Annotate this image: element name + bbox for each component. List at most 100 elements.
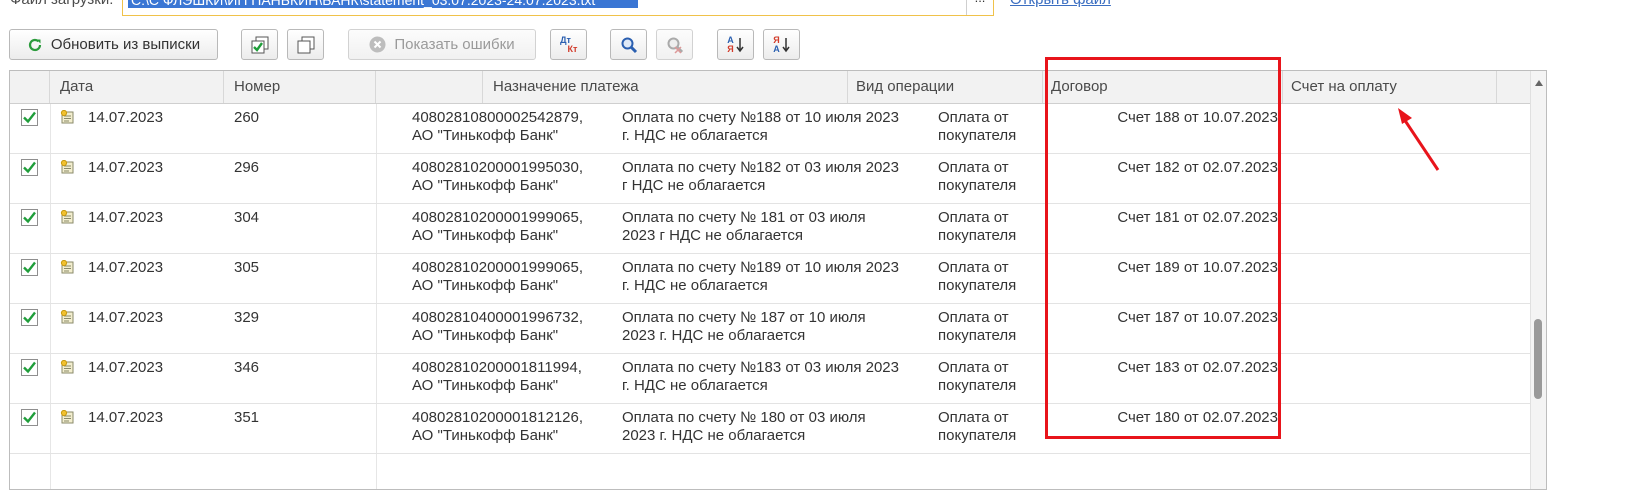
row-date: 14.07.2023 [88,109,164,126]
dt-kt-button[interactable]: Дт Кт [550,29,587,60]
row-number: 260 [234,109,260,126]
column-header-date[interactable]: Дата [50,71,224,103]
row-checkbox[interactable] [21,309,38,326]
checkmark-icon [23,311,36,324]
kt-label: Кт [567,43,578,54]
scrollbar-thumb[interactable] [1534,319,1542,399]
checkmark-icon [23,261,36,274]
row-purpose-line2: 2023 г НДС не облагается [622,227,803,244]
uncheck-all-icon [297,36,315,54]
row-bank: АО "Тинькофф Банк" [412,377,559,394]
table-row[interactable]: 14.07.2023 260 40802810800002542879, АО … [10,104,1532,154]
column-header-contract[interactable]: Договор [1043,71,1283,103]
row-bank: АО "Тинькофф Банк" [412,427,559,444]
table-body: 14.07.2023 260 40802810800002542879, АО … [10,104,1532,454]
checkmark-icon [23,411,36,424]
row-contract[interactable]: Счет 181 от 02.07.2023 [1050,209,1278,227]
row-operation: Оплата от покупателя [938,159,1016,195]
row-operation-line2: покупателя [938,377,1017,394]
check-all-button[interactable] [241,29,278,60]
row-operation-line2: покупателя [938,327,1017,344]
row-checkbox[interactable] [21,409,38,426]
row-account: 40802810200001811994, АО "Тинькофф Банк" [412,359,582,395]
row-checkbox[interactable] [21,359,38,376]
scroll-up-icon[interactable] [1535,80,1543,86]
row-checkbox[interactable] [21,109,38,126]
row-operation: Оплата от покупателя [938,209,1016,245]
row-account-number: 40802810200001811994, [412,359,582,376]
row-bank: АО "Тинькофф Банк" [412,177,559,194]
cancel-search-icon [666,36,684,54]
row-operation: Оплата от покупателя [938,109,1016,145]
uncheck-all-button[interactable] [287,29,324,60]
browse-button[interactable]: ... [966,0,993,15]
row-purpose: Оплата по счету № 187 от 10 июля 2023 г.… [622,309,866,345]
column-header-invoice[interactable]: Счет на оплату [1283,71,1497,103]
column-header-account[interactable] [376,71,483,103]
row-account: 40802810400001996732, АО "Тинькофф Банк" [412,309,583,345]
row-number: 351 [234,409,260,426]
row-account: 40802810200001999065, АО "Тинькофф Банк" [412,209,583,245]
row-purpose-line2: г. НДС не облагается [622,127,768,144]
sort-descending-icon: Я А [773,35,790,54]
file-label: Файл загрузки: [10,0,113,8]
checkmark-icon [23,161,36,174]
row-contract[interactable]: Счет 180 от 02.07.2023 [1050,409,1278,427]
row-operation-line1: Оплата от [938,309,1009,326]
row-bank: АО "Тинькофф Банк" [412,227,559,244]
row-checkbox[interactable] [21,259,38,276]
table-row[interactable]: 14.07.2023 329 40802810400001996732, АО … [10,304,1532,354]
document-icon [60,109,75,129]
show-errors-button[interactable]: Показать ошибки [348,29,536,60]
row-operation-line2: покупателя [938,227,1017,244]
row-contract[interactable]: Счет 187 от 10.07.2023 [1050,309,1278,327]
row-operation-line2: покупателя [938,427,1017,444]
search-button[interactable] [610,29,647,60]
row-account-number: 40802810400001996732, [412,309,584,326]
sort-descending-button[interactable]: Я А [763,29,800,60]
show-errors-label: Показать ошибки [394,36,515,53]
table-header: Дата Номер Назначение платежа Вид операц… [10,71,1532,104]
file-path-input[interactable]: C:\C ФЛЭШКИ\ИП ПАНЬКИН\БАНК\statement_03… [122,0,994,16]
row-checkbox[interactable] [21,159,38,176]
row-number: 346 [234,359,260,376]
column-header-operation[interactable]: Вид операции [848,71,1043,103]
column-header-check[interactable] [10,71,50,103]
cancel-search-button[interactable] [656,29,693,60]
open-file-link[interactable]: Открыть файл [1010,0,1111,8]
row-account-number: 40802810200001999065, [412,209,584,226]
row-contract[interactable]: Счет 183 от 02.07.2023 [1050,359,1278,377]
row-operation: Оплата от покупателя [938,259,1016,295]
column-header-number[interactable]: Номер [224,71,376,103]
row-checkbox[interactable] [21,209,38,226]
document-icon [60,309,75,329]
row-contract[interactable]: Счет 182 от 02.07.2023 [1050,159,1278,177]
row-account-number: 40802810200001812126, [412,409,584,426]
vertical-scrollbar[interactable] [1530,71,1546,489]
row-contract[interactable]: Счет 188 от 10.07.2023 [1050,109,1278,127]
row-operation-line1: Оплата от [938,259,1009,276]
table-row[interactable]: 14.07.2023 296 40802810200001995030, АО … [10,154,1532,204]
document-icon [60,409,75,429]
row-bank: АО "Тинькофф Банк" [412,127,559,144]
sort-ascending-button[interactable]: А Я [717,29,754,60]
table-row[interactable]: 14.07.2023 351 40802810200001812126, АО … [10,404,1532,454]
row-operation-line2: покупателя [938,277,1017,294]
refresh-from-statement-button[interactable]: Обновить из выписки [9,29,218,60]
row-number: 296 [234,159,260,176]
table-row[interactable]: 14.07.2023 305 40802810200001999065, АО … [10,254,1532,304]
file-path-value: C:\C ФЛЭШКИ\ИП ПАНЬКИН\БАНК\statement_03… [128,0,638,8]
row-purpose-line1: Оплата по счету №183 от 03 июля 2023 [622,359,899,376]
table-row[interactable]: 14.07.2023 346 40802810200001811994, АО … [10,354,1532,404]
annotation-arrow-icon [1398,108,1440,171]
row-purpose-line1: Оплата по счету №188 от 10 июля 2023 [622,109,899,126]
row-purpose: Оплата по счету №189 от 10 июля 2023 г. … [622,259,899,295]
column-header-purpose[interactable]: Назначение платежа [483,71,848,103]
table-row[interactable]: 14.07.2023 304 40802810200001999065, АО … [10,204,1532,254]
row-purpose: Оплата по счету №188 от 10 июля 2023 г. … [622,109,899,145]
column-header-extra [1497,71,1532,103]
sort-asc-bottom: Я [727,43,734,54]
row-contract[interactable]: Счет 189 от 10.07.2023 [1050,259,1278,277]
row-purpose-line1: Оплата по счету № 181 от 03 июля [622,209,866,226]
row-purpose: Оплата по счету № 181 от 03 июля 2023 г … [622,209,866,245]
